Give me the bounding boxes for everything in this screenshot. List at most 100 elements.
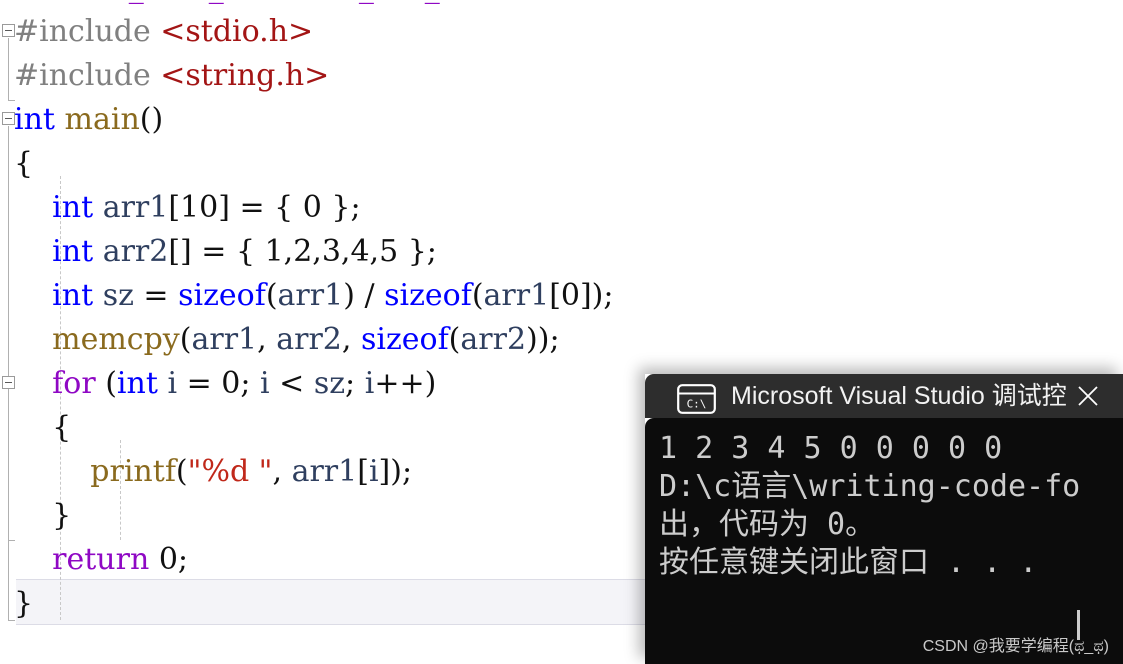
- code-token: (: [179, 322, 192, 357]
- code-token: ++): [374, 366, 437, 401]
- code-line[interactable]: int arr2[] = { 1,2,3,4,5 };: [14, 230, 437, 274]
- code-token: (: [175, 454, 188, 489]
- svg-text:C:\: C:\: [687, 398, 707, 411]
- code-token: arr2: [276, 322, 342, 357]
- code-token: ,: [341, 322, 361, 357]
- code-token: <: [269, 366, 314, 401]
- code-token: ) /: [343, 278, 385, 313]
- code-token: = 0;: [177, 366, 261, 401]
- code-token: <stdio.h>: [160, 14, 314, 49]
- code-line[interactable]: int arr1[10] = { 0 };: [14, 186, 361, 230]
- code-line[interactable]: {: [14, 406, 71, 450]
- code-token: [0]);: [549, 278, 614, 313]
- code-token: for: [52, 366, 96, 401]
- console-output-line: 1 2 3 4 5 0 0 0 0 0: [659, 431, 1003, 466]
- vs-editor-screenshot: #define _CRT_SECURE_NO_WARNINGS 1 #inclu…: [0, 0, 1123, 664]
- console-window[interactable]: C:\ Microsoft Visual Studio 调试控 1 2 3 4 …: [645, 374, 1123, 664]
- code-token: i: [260, 366, 270, 401]
- code-token: (: [471, 278, 484, 313]
- code-token: (: [265, 278, 278, 313]
- code-token: int: [14, 102, 55, 137]
- code-line[interactable]: memcpy(arr1, arr2, sizeof(arr2));: [14, 318, 560, 362]
- code-token: {: [14, 146, 34, 181]
- code-token: arr1: [102, 190, 169, 225]
- code-token: sizeof: [178, 278, 266, 313]
- code-line[interactable]: {: [14, 142, 33, 186]
- console-output-line: 按任意键关闭此窗口 . . .: [659, 545, 1038, 580]
- code-token: int: [116, 366, 158, 401]
- code-token: arr1: [191, 322, 258, 357]
- code-token: i: [167, 366, 178, 401]
- code-line[interactable]: }: [14, 582, 33, 626]
- code-token: {: [14, 410, 72, 445]
- code-token: i: [368, 454, 379, 489]
- csdn-watermark: CSDN @我要学编程(ಥ_ಥ): [922, 638, 1109, 655]
- console-titlebar[interactable]: C:\ Microsoft Visual Studio 调试控: [645, 374, 1123, 418]
- code-line[interactable]: }: [14, 494, 71, 538]
- code-line[interactable]: for (int i = 0; i < sz; i++): [14, 362, 436, 406]
- code-line[interactable]: printf("%d ", arr1[i]);: [14, 450, 412, 494]
- code-token: arr1: [291, 454, 358, 489]
- code-token: sizeof: [384, 278, 472, 313]
- code-token: (: [448, 322, 461, 357]
- console-window-title: Microsoft Visual Studio 调试控: [731, 382, 1067, 410]
- code-token: [] = { 1,2,3,4,5 };: [168, 234, 437, 269]
- code-token: main: [64, 102, 140, 137]
- code-token: int: [52, 234, 94, 269]
- code-line[interactable]: #include <string.h>: [14, 54, 329, 98]
- code-token: arr1: [277, 278, 344, 313]
- fold-guide-include: [8, 38, 9, 100]
- console-output-line: D:\c语言\writing-code-fo: [659, 469, 1081, 504]
- code-token: arr1: [483, 278, 550, 313]
- fold-guide-main: [8, 126, 9, 620]
- code-token: 0;: [149, 542, 189, 577]
- code-token: arr2: [460, 322, 527, 357]
- code-token: (): [139, 102, 164, 137]
- code-token: <string.h>: [160, 58, 330, 93]
- code-token: }: [14, 586, 34, 621]
- code-token: ;: [345, 366, 365, 401]
- code-line[interactable]: return 0;: [14, 538, 188, 582]
- code-token: ,: [257, 322, 277, 357]
- code-token: i: [364, 366, 375, 401]
- close-icon[interactable]: [1065, 374, 1111, 418]
- code-token: (: [95, 366, 117, 401]
- code-line[interactable]: #include <stdio.h>: [14, 10, 313, 54]
- code-token: sz: [102, 278, 134, 313]
- code-line[interactable]: int main(): [14, 98, 163, 142]
- code-token: [10] = { 0 };: [168, 190, 361, 225]
- code-token: sizeof: [360, 322, 449, 357]
- code-token: return: [52, 542, 150, 577]
- code-token: [: [357, 454, 369, 489]
- code-token: "%d ": [187, 454, 273, 489]
- code-token: #include: [14, 58, 161, 93]
- code-token: memcpy: [52, 322, 180, 357]
- code-token: printf: [90, 454, 176, 489]
- clipped-top-code-line: #define _CRT_SECURE_NO_WARNINGS 1: [0, 0, 651, 10]
- code-token: }: [14, 498, 72, 533]
- console-output-area[interactable]: 1 2 3 4 5 0 0 0 0 0 D:\c语言\writing-code-f…: [645, 418, 1123, 664]
- code-token: =: [133, 278, 179, 313]
- console-output-line: 出，代码为 0。: [659, 507, 876, 542]
- code-token: ,: [272, 454, 292, 489]
- code-line[interactable]: int sz = sizeof(arr1) / sizeof(arr1[0]);: [14, 274, 614, 318]
- code-token: sz: [313, 366, 346, 401]
- code-token: ]);: [378, 454, 413, 489]
- code-token: ));: [526, 322, 560, 357]
- code-token: #include: [14, 14, 161, 49]
- code-token: int: [52, 278, 94, 313]
- code-token: int: [52, 190, 94, 225]
- console-cmd-icon: C:\: [677, 384, 716, 414]
- code-token: arr2: [102, 234, 169, 269]
